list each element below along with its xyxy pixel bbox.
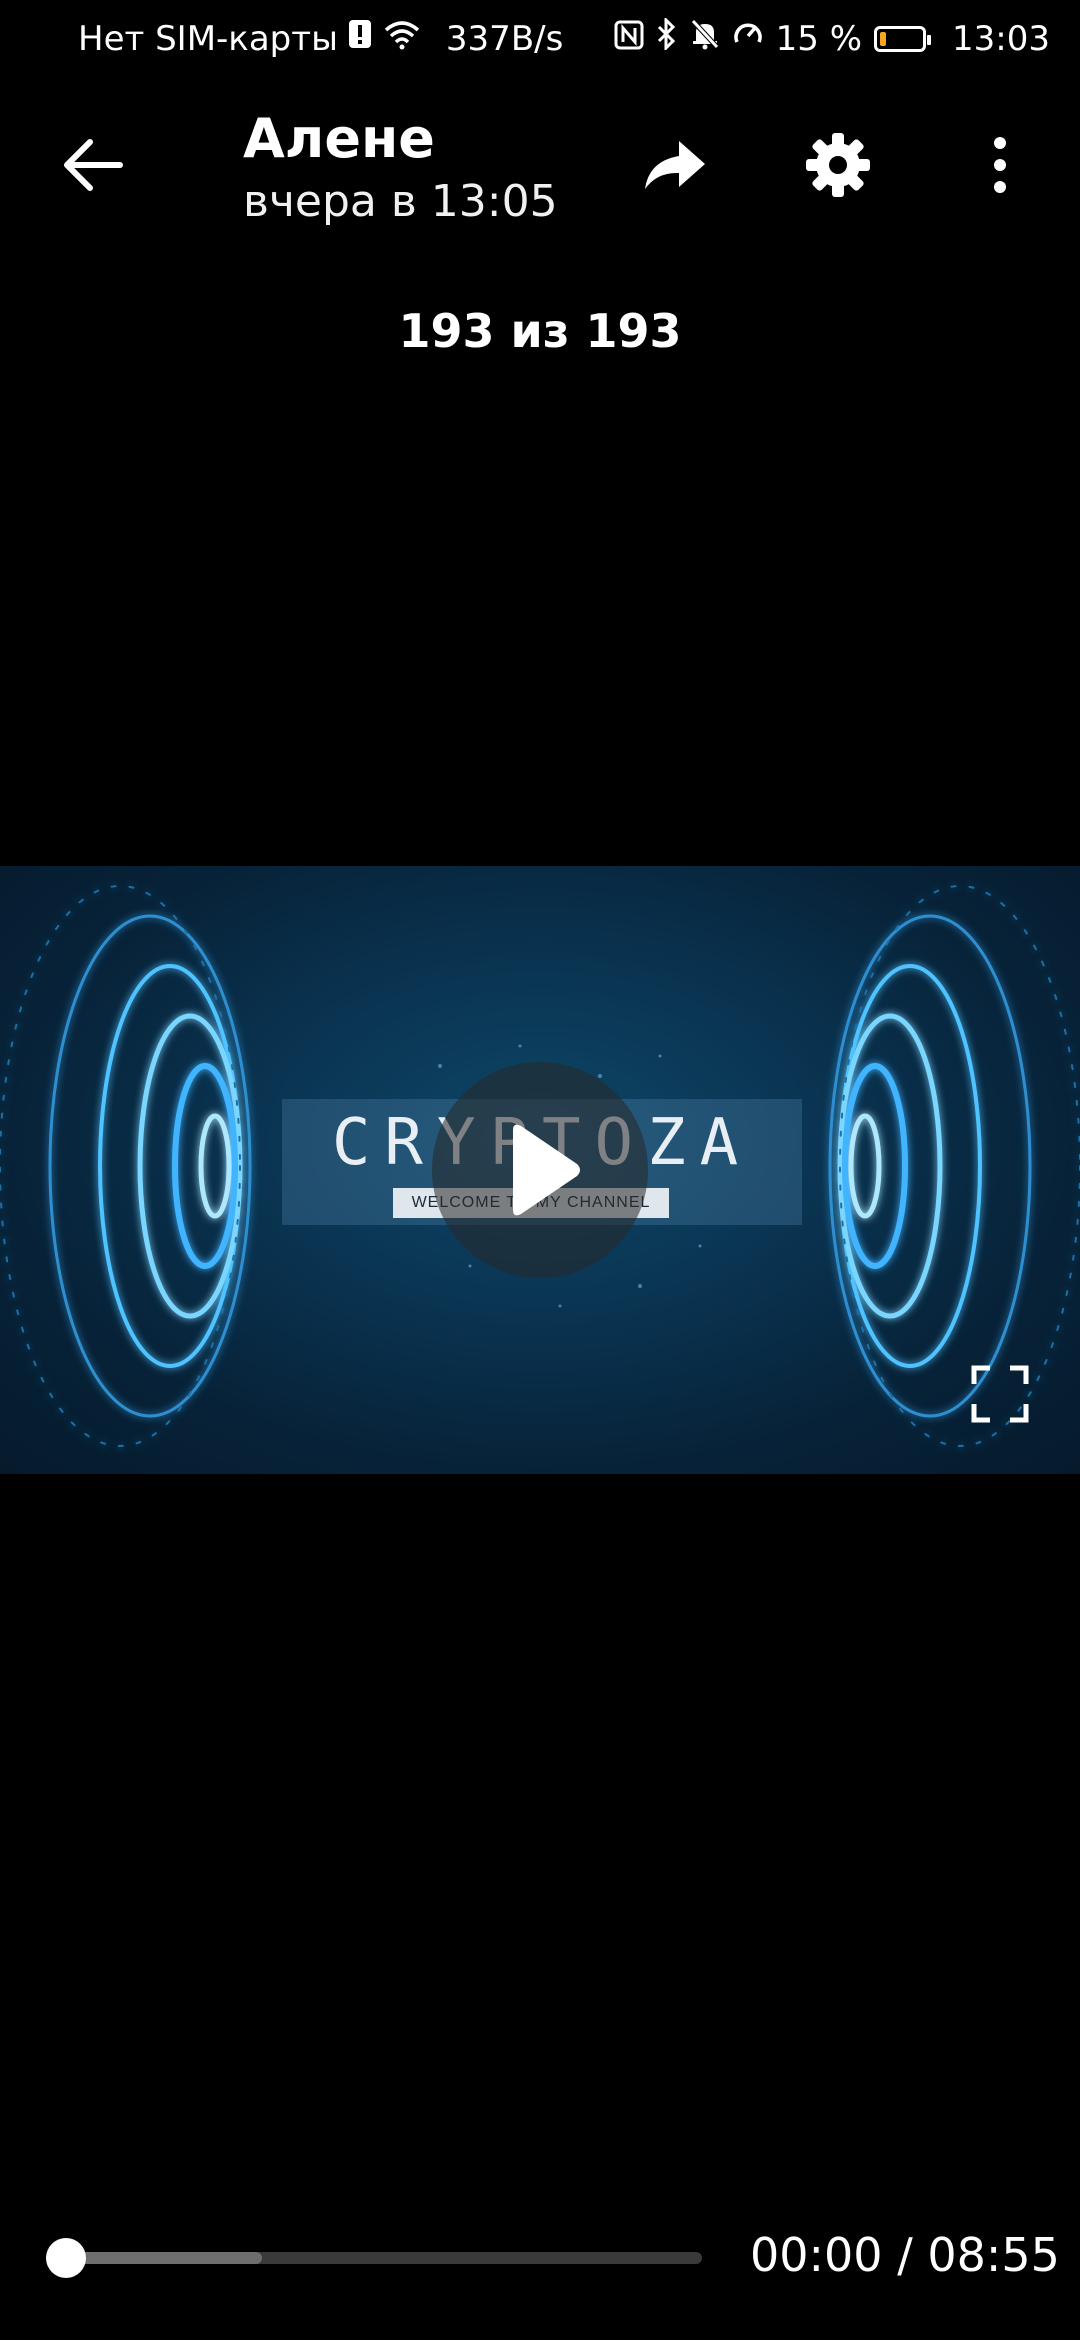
current-time: 00:00 [750,2228,883,2282]
video-viewer-screen: Нет SIM-карты 337B/s 15 % 13:03 Алене вч… [0,0,1080,2340]
message-date: вчера в 13:05 [243,176,558,227]
gear-icon [806,133,870,197]
battery-percent: 15 % [775,18,863,59]
network-speed: 337B/s [445,18,564,59]
fullscreen-button[interactable] [970,1364,1030,1424]
duration: 08:55 [927,2228,1060,2282]
status-bar-right: 15 % 13:03 [614,16,1050,59]
play-button[interactable] [432,1062,648,1278]
more-vertical-icon [994,137,1006,193]
status-bar-left: Нет SIM-карты 337B/s [78,18,563,59]
bell-muted-icon [690,18,720,59]
nfc-icon [614,19,644,59]
media-counter: 193 из 193 [398,304,682,358]
fullscreen-icon [971,1365,1029,1423]
chat-title: Алене [243,107,435,170]
wifi-icon [382,18,422,59]
viewer-header: Алене вчера в 13:05 [0,100,1080,250]
playback-time: 00:00 / 08:55 [750,2228,1060,2282]
status-bar: Нет SIM-карты 337B/s 15 % 13:03 [0,0,1080,76]
clock: 13:03 [952,18,1050,59]
video-player[interactable]: CRYPTOZA WELCOME TO MY CHANNEL [0,866,1080,1474]
settings-button[interactable] [803,130,873,200]
carrier-label: Нет SIM-карты [78,18,338,59]
seek-bar[interactable] [46,2238,702,2278]
back-button[interactable] [58,130,128,200]
share-button[interactable] [640,130,710,200]
share-forward-icon [645,141,705,189]
play-icon [513,1124,580,1216]
chat-info[interactable]: Алене вчера в 13:05 [243,106,558,232]
sim-alert-icon [348,18,372,59]
power-saving-icon [732,18,764,59]
battery-icon [874,25,932,52]
time-separator: / [882,2228,928,2282]
seek-thumb[interactable] [46,2238,86,2278]
more-options-button[interactable] [965,130,1035,200]
arrow-left-icon [64,139,123,191]
bluetooth-icon [656,16,678,59]
